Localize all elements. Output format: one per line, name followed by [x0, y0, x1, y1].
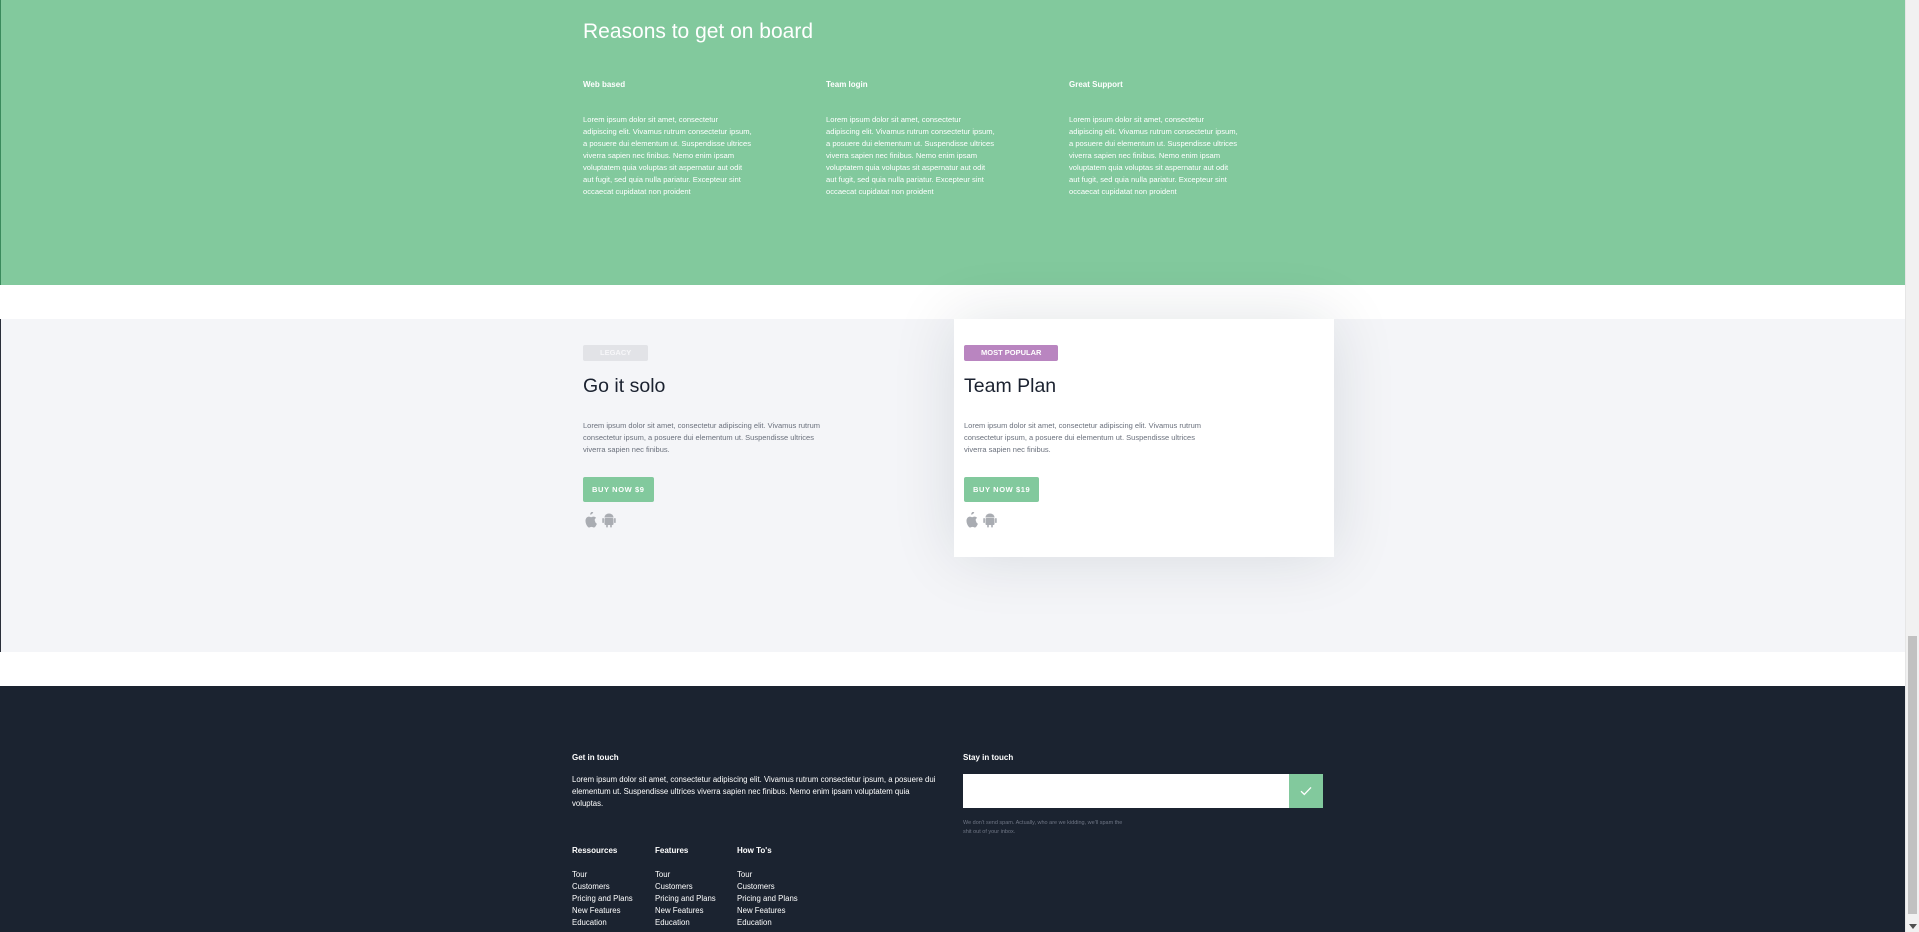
android-icon — [983, 512, 997, 528]
get-in-touch-title: Get in touch — [572, 753, 619, 762]
footer-column-title: Ressources — [572, 846, 618, 855]
plan-badge: Legacy — [583, 345, 649, 361]
footer-column-features: Features Tour Customers Pricing and Plan… — [655, 846, 716, 929]
reason-great-support: Great Support Lorem ipsum dolor sit amet… — [1069, 80, 1239, 198]
footer-column-ressources: Ressources Tour Customers Pricing and Pl… — [572, 846, 633, 929]
reason-text: Lorem ipsum dolor sit amet, consectetur … — [1069, 115, 1238, 196]
plan-description: Lorem ipsum dolor sit amet, consectetur … — [583, 421, 821, 454]
reasons-section: Reasons to get on board Web based Lorem … — [0, 0, 1905, 285]
get-in-touch-text: Lorem ipsum dolor sit amet, consectetur … — [572, 775, 936, 808]
buy-now-button[interactable]: BUY NOW $9 — [583, 477, 654, 502]
footer-link-customers[interactable]: Customers — [737, 881, 798, 893]
reason-web-based: Web based Lorem ipsum dolor sit amet, co… — [583, 80, 753, 198]
footer-link-new-features[interactable]: New Features — [737, 905, 798, 917]
footer-column-title: Features — [655, 846, 689, 855]
footer-link-pricing[interactable]: Pricing and Plans — [655, 893, 716, 905]
footer-link-customers[interactable]: Customers — [655, 881, 716, 893]
scrollbar-thumb[interactable] — [1908, 636, 1917, 914]
buy-now-button[interactable]: BUY NOW $19 — [964, 477, 1040, 502]
footer-link-education[interactable]: Education — [737, 917, 798, 929]
stay-in-touch-title: Stay in touch — [963, 753, 1014, 762]
reason-title: Great Support — [1069, 80, 1123, 89]
plan-card-team: Most Popular Team Plan Lorem ipsum dolor… — [954, 319, 1334, 557]
email-input[interactable] — [963, 774, 1289, 808]
reason-text: Lorem ipsum dolor sit amet, consectetur … — [826, 115, 995, 196]
footer: Get in touch Lorem ipsum dolor sit amet,… — [0, 686, 1905, 932]
footer-link-tour[interactable]: Tour — [572, 869, 633, 881]
reason-team-login: Team login Lorem ipsum dolor sit amet, c… — [826, 80, 996, 198]
footer-link-education[interactable]: Education — [572, 917, 633, 929]
footer-link-new-features[interactable]: New Features — [655, 905, 716, 917]
footer-link-customers[interactable]: Customers — [572, 881, 633, 893]
android-icon — [602, 512, 616, 528]
plan-name: Team Plan — [964, 375, 1057, 397]
subscribe-button[interactable] — [1289, 774, 1323, 808]
reason-text: Lorem ipsum dolor sit amet, consectetur … — [583, 115, 752, 196]
footer-link-new-features[interactable]: New Features — [572, 905, 633, 917]
scroll-down-arrow-icon[interactable] — [1909, 924, 1917, 929]
subscribe-form — [963, 774, 1323, 808]
plan-card-solo: Legacy Go it solo Lorem ipsum dolor sit … — [583, 319, 963, 557]
pricing-section: Legacy Go it solo Lorem ipsum dolor sit … — [0, 319, 1905, 652]
apple-icon — [583, 511, 597, 528]
plan-badge: Most Popular — [964, 345, 1059, 361]
footer-link-tour[interactable]: Tour — [737, 869, 798, 881]
footer-column-how-tos: How To's Tour Customers Pricing and Plan… — [737, 846, 798, 929]
footer-column-title: How To's — [737, 846, 772, 855]
footer-link-tour[interactable]: Tour — [655, 869, 716, 881]
platform-icons — [583, 511, 616, 528]
footer-link-pricing[interactable]: Pricing and Plans — [737, 893, 798, 905]
reason-title: Team login — [826, 80, 868, 89]
footer-link-education[interactable]: Education — [655, 917, 716, 929]
reasons-title: Reasons to get on board — [583, 20, 813, 43]
page-scrollbar[interactable] — [1905, 0, 1919, 932]
platform-icons — [964, 511, 997, 528]
apple-icon — [964, 511, 978, 528]
plan-description: Lorem ipsum dolor sit amet, consectetur … — [964, 421, 1202, 454]
checkmark-icon — [1300, 784, 1312, 799]
footer-link-pricing[interactable]: Pricing and Plans — [572, 893, 633, 905]
spam-disclaimer: We don't send spam. Actually, who are we… — [963, 820, 1123, 835]
reason-title: Web based — [583, 80, 626, 89]
plan-name: Go it solo — [583, 375, 666, 397]
